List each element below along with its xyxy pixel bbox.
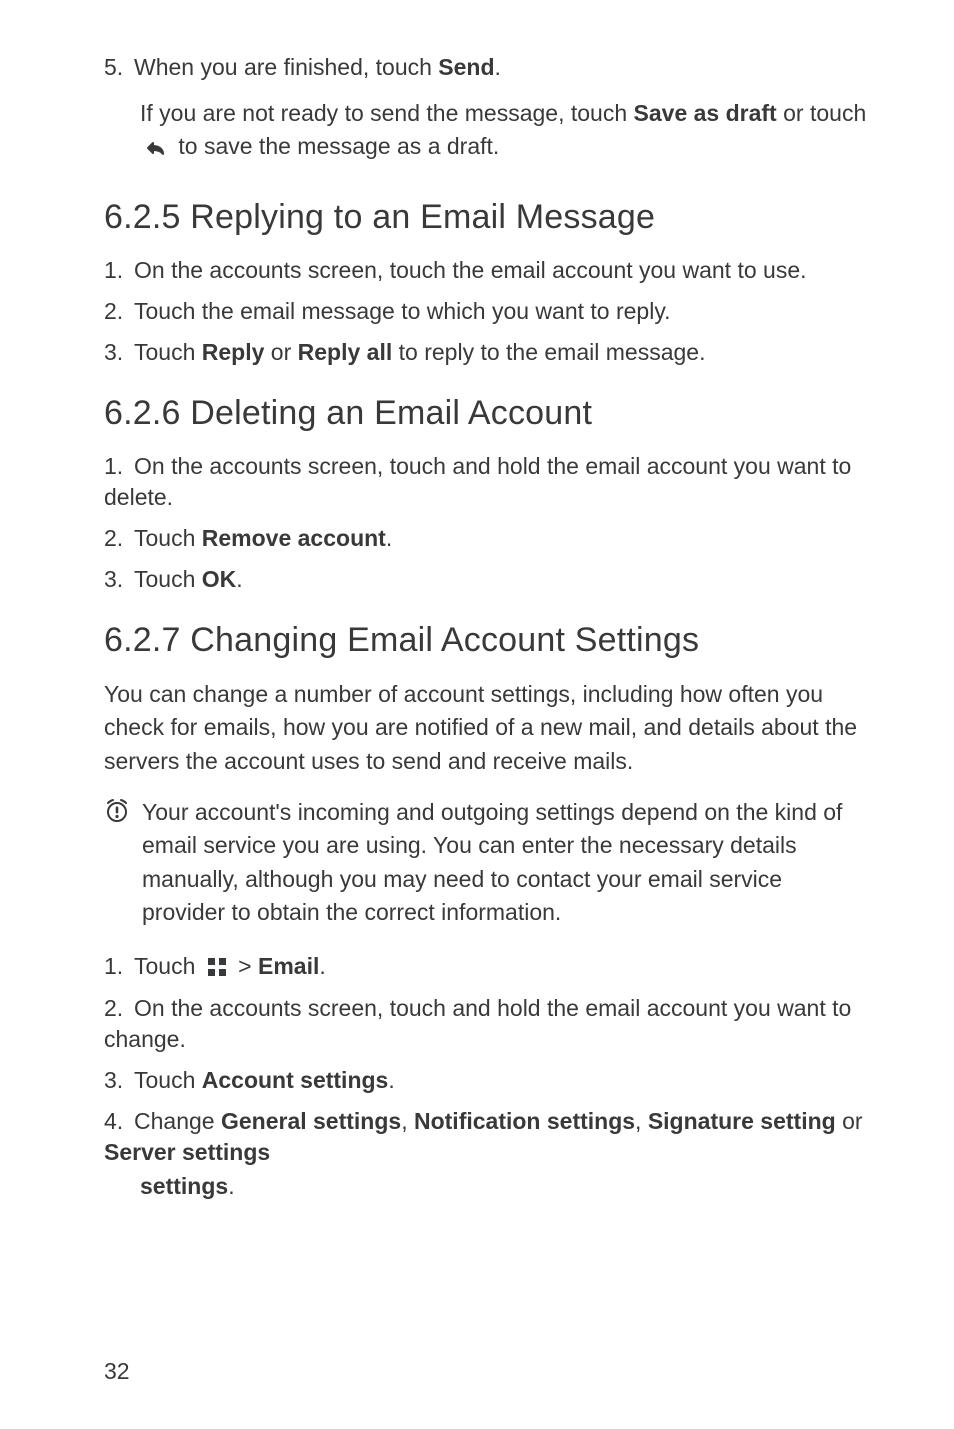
s626-step-3: 3.Touch OK. bbox=[104, 564, 870, 595]
step-number: 1. bbox=[104, 255, 134, 286]
step-number: 5. bbox=[104, 52, 134, 83]
step-text: Change bbox=[134, 1108, 221, 1134]
or-text: or bbox=[836, 1108, 863, 1134]
send-label: Send bbox=[438, 54, 494, 80]
section-heading-625: 6.2.5 Replying to an Email Message bbox=[104, 198, 870, 237]
s627-step-3: 3.Touch Account settings. bbox=[104, 1065, 870, 1096]
period: . bbox=[386, 525, 392, 551]
step-text: to reply to the email message. bbox=[392, 339, 705, 365]
s626-step-1: 1.On the accounts screen, touch and hold… bbox=[104, 451, 870, 513]
step-text: Touch the email message to which you wan… bbox=[134, 298, 671, 324]
notification-settings-label: Notification settings bbox=[414, 1108, 635, 1134]
server-settings-label: Server settings bbox=[104, 1139, 270, 1165]
step-number: 3. bbox=[104, 564, 134, 595]
step-text: When you are finished, touch bbox=[134, 54, 438, 80]
settings-label: settings bbox=[140, 1173, 228, 1199]
reply-all-label: Reply all bbox=[298, 339, 393, 365]
signature-setting-label: Signature setting bbox=[648, 1108, 836, 1134]
step-number: 3. bbox=[104, 1065, 134, 1096]
step-number: 2. bbox=[104, 523, 134, 554]
step-text: Touch bbox=[134, 566, 202, 592]
page-number: 32 bbox=[104, 1358, 130, 1385]
step-5: 5.When you are finished, touch Send. bbox=[104, 52, 870, 83]
app-grid-icon bbox=[208, 958, 226, 976]
section-heading-627: 6.2.7 Changing Email Account Settings bbox=[104, 621, 870, 660]
step-text: Touch bbox=[134, 1067, 202, 1093]
save-as-draft-label: Save as draft bbox=[634, 100, 777, 126]
remove-account-label: Remove account bbox=[202, 525, 386, 551]
email-label: Email bbox=[258, 953, 319, 979]
period: . bbox=[319, 953, 325, 979]
comma: , bbox=[401, 1108, 414, 1134]
step-number: 3. bbox=[104, 337, 134, 368]
step-number: 4. bbox=[104, 1106, 134, 1137]
period: . bbox=[495, 54, 501, 80]
note-text: or touch bbox=[777, 100, 867, 126]
step-number: 2. bbox=[104, 296, 134, 327]
step-text: > bbox=[232, 953, 258, 979]
section-heading-626: 6.2.6 Deleting an Email Account bbox=[104, 394, 870, 433]
step-number: 1. bbox=[104, 951, 134, 982]
period: . bbox=[236, 566, 242, 592]
s627-step-4: 4.Change General settings, Notification … bbox=[104, 1106, 870, 1168]
account-settings-label: Account settings bbox=[202, 1067, 389, 1093]
period: . bbox=[228, 1173, 234, 1199]
s627-step-2: 2.On the accounts screen, touch and hold… bbox=[104, 993, 870, 1055]
note-text: to save the message as a draft. bbox=[172, 133, 499, 159]
step-number: 2. bbox=[104, 993, 134, 1024]
step-text: Touch bbox=[134, 339, 202, 365]
step-number: 1. bbox=[104, 451, 134, 482]
step-text: On the accounts screen, touch and hold t… bbox=[104, 453, 851, 510]
document-page: 5.When you are finished, touch Send. If … bbox=[0, 0, 954, 1429]
step-text: Touch bbox=[134, 525, 202, 551]
step-text: Touch bbox=[134, 953, 202, 979]
s627-step-1: 1.Touch > Email. bbox=[104, 951, 870, 982]
step-text: On the accounts screen, touch the email … bbox=[134, 257, 807, 283]
important-callout: Your account's incoming and outgoing set… bbox=[104, 796, 870, 929]
step-text: On the accounts screen, touch and hold t… bbox=[104, 995, 851, 1052]
callout-text: Your account's incoming and outgoing set… bbox=[142, 796, 870, 929]
s627-intro-paragraph: You can change a number of account setti… bbox=[104, 678, 870, 778]
s625-step-3: 3.Touch Reply or Reply all to reply to t… bbox=[104, 337, 870, 368]
s627-step-4-continued: settings. bbox=[140, 1170, 870, 1202]
period: . bbox=[388, 1067, 394, 1093]
general-settings-label: General settings bbox=[221, 1108, 401, 1134]
step-5-note: If you are not ready to send the message… bbox=[140, 97, 870, 168]
note-text: If you are not ready to send the message… bbox=[140, 100, 634, 126]
alert-icon bbox=[104, 796, 142, 824]
comma: , bbox=[635, 1108, 648, 1134]
ok-label: OK bbox=[202, 566, 237, 592]
reply-label: Reply bbox=[202, 339, 265, 365]
back-arrow-icon bbox=[144, 134, 168, 167]
step-text: or bbox=[264, 339, 297, 365]
s626-step-2: 2.Touch Remove account. bbox=[104, 523, 870, 554]
s625-step-2: 2.Touch the email message to which you w… bbox=[104, 296, 870, 327]
s625-step-1: 1.On the accounts screen, touch the emai… bbox=[104, 255, 870, 286]
